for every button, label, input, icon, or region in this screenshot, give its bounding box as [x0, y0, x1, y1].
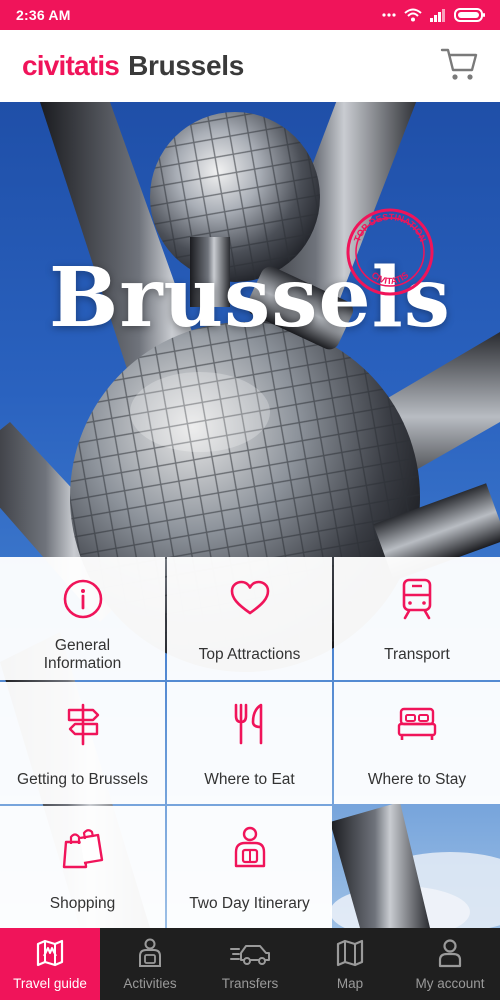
svg-text:TOP DESTINATION: TOP DESTINATION [352, 212, 428, 243]
nav-label: Map [336, 975, 364, 991]
tile-label: General Information [43, 637, 122, 672]
tile-label: Shopping [49, 895, 116, 912]
bed-icon [396, 702, 438, 746]
dots-icon [382, 12, 396, 18]
nav-label: My account [415, 975, 485, 991]
wifi-icon [404, 8, 422, 22]
tile-label: Top Attractions [198, 646, 301, 663]
app-header: civitatis Brussels [0, 30, 500, 102]
status-time: 2:36 AM [16, 7, 71, 23]
train-icon [399, 577, 435, 621]
stamp-top-text: TOP DESTINATION [352, 212, 428, 243]
nav-label: Travel guide [13, 975, 87, 991]
top-destination-stamp: TOP DESTINATION CIVITATIS [344, 206, 436, 298]
nav-travel-guide[interactable]: Travel guide [0, 928, 100, 1000]
cart-icon [440, 48, 478, 86]
battery-icon [454, 7, 486, 23]
tile-label: Transport [384, 646, 450, 663]
traveler-icon [230, 826, 270, 870]
map-guide-icon [35, 938, 65, 971]
tile-where-to-eat[interactable]: Where to Eat [167, 682, 332, 804]
nav-activities[interactable]: Activities [100, 928, 200, 1000]
bottom-navigation: Travel guide Activities Transfers Map My… [0, 928, 500, 1000]
brand: civitatis Brussels [22, 50, 244, 82]
traveler-icon [137, 938, 163, 971]
tile-getting-to-brussels[interactable]: Getting to Brussels [0, 682, 165, 804]
tile-where-to-stay[interactable]: Where to Stay [334, 682, 500, 804]
nav-label: Transfers [221, 975, 279, 991]
tile-label: Two Day Itinerary [189, 895, 310, 912]
cart-button[interactable] [440, 46, 478, 87]
civitatis-logo[interactable]: civitatis [22, 50, 120, 82]
tile-two-day-itinerary[interactable]: Two Day Itinerary [167, 806, 332, 928]
shopping-bags-icon [62, 826, 104, 870]
tile-label: Where to Eat [204, 771, 295, 788]
signal-icon [430, 8, 446, 22]
tile-label: Where to Stay [367, 771, 467, 788]
map-icon [335, 938, 365, 971]
user-icon [437, 938, 463, 971]
signpost-icon [63, 702, 103, 746]
cutlery-icon [230, 702, 270, 746]
tile-general-information[interactable]: General Information [0, 557, 165, 680]
city-title: Brussels [128, 50, 244, 81]
nav-transfers[interactable]: Transfers [200, 928, 300, 1000]
tile-transport[interactable]: Transport [334, 557, 500, 680]
travel-guide-menu: General Information Top Attractions Tran… [0, 557, 500, 928]
nav-map[interactable]: Map [300, 928, 400, 1000]
tile-shopping[interactable]: Shopping [0, 806, 165, 928]
status-bar: 2:36 AM [0, 0, 500, 30]
nav-my-account[interactable]: My account [400, 928, 500, 1000]
car-icon [229, 938, 271, 971]
heart-icon [229, 577, 271, 621]
nav-label: Activities [123, 975, 177, 991]
tile-top-attractions[interactable]: Top Attractions [167, 557, 332, 680]
tile-label: Getting to Brussels [17, 771, 148, 788]
info-icon [62, 577, 104, 621]
